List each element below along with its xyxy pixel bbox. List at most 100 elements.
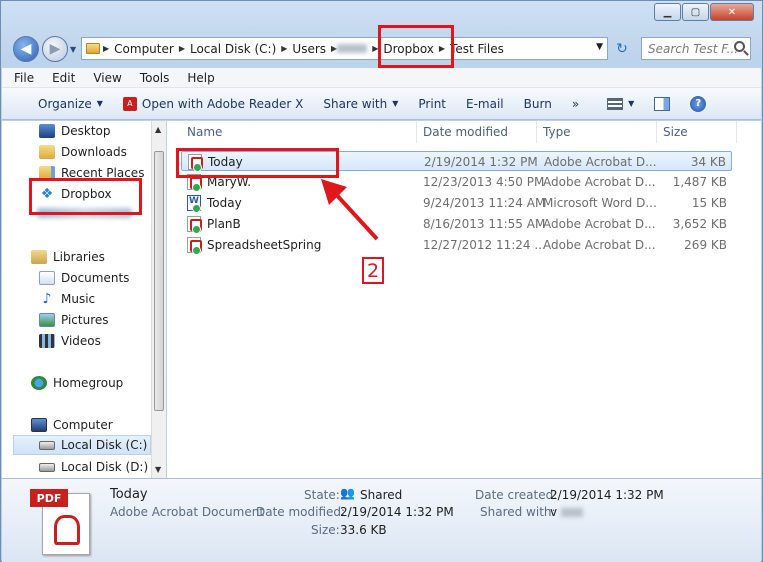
file-date: 12/27/2012 11:24 ... xyxy=(423,238,546,252)
file-size: 269 KB xyxy=(684,238,727,252)
window-controls: ▁ ▢ ✕ xyxy=(654,3,754,21)
nav-computer[interactable]: Computer xyxy=(31,415,113,435)
file-row[interactable]: Today 9/24/2013 11:24 AM Microsoft Word … xyxy=(181,193,732,213)
scroll-down-icon[interactable]: ▼ xyxy=(155,465,161,474)
sync-check-icon xyxy=(192,183,201,192)
menu-edit[interactable]: Edit xyxy=(52,71,75,85)
libraries-icon xyxy=(31,250,47,264)
preview-pane-button[interactable] xyxy=(644,96,680,111)
folder-icon xyxy=(86,43,100,54)
details-modified-value: 2/19/2014 1:32 PM xyxy=(340,505,454,519)
pdf-icon xyxy=(187,237,202,255)
nav-documents[interactable]: Documents xyxy=(39,268,129,288)
nav-homegroup[interactable]: Homegroup xyxy=(31,373,123,393)
back-button[interactable]: ◀ xyxy=(13,36,39,62)
nav-videos[interactable]: Videos xyxy=(39,331,101,351)
nav-local-disk-c[interactable]: Local Disk (C:) xyxy=(13,435,151,455)
nav-downloads[interactable]: Downloads xyxy=(39,142,127,162)
menu-tools[interactable]: Tools xyxy=(140,71,170,85)
nav-music[interactable]: ♪ Music xyxy=(39,289,96,309)
menu-file[interactable]: File xyxy=(14,71,34,85)
scroll-up-icon[interactable]: ▲ xyxy=(155,125,161,134)
forward-button[interactable]: ▶ xyxy=(42,36,68,62)
word-icon xyxy=(187,195,201,213)
breadcrumb-test-files[interactable]: Test Files xyxy=(445,42,509,56)
file-row[interactable]: PlanB 8/16/2013 11:55 AM Adobe Acrobat D… xyxy=(181,214,732,234)
change-view-button[interactable]: ▼ xyxy=(597,97,644,110)
maximize-button[interactable]: ▢ xyxy=(682,3,709,21)
column-header-name[interactable]: Name xyxy=(181,121,417,143)
organize-label: Organize xyxy=(38,96,92,111)
nav-libraries[interactable]: Libraries xyxy=(31,247,105,267)
minimize-button[interactable]: ▁ xyxy=(654,3,681,21)
more-commands-button[interactable]: » xyxy=(562,97,589,111)
adobe-reader-icon: A xyxy=(122,96,137,111)
file-type: Adobe Acrobat D... xyxy=(543,175,656,189)
details-shared-label: Shared with: xyxy=(480,505,556,519)
music-icon: ♪ xyxy=(42,291,52,307)
pdf-badge: PDF xyxy=(30,489,68,507)
close-button[interactable]: ✕ xyxy=(710,3,754,21)
breadcrumb-local-disk[interactable]: Local Disk (C:) xyxy=(185,42,281,56)
menu-view[interactable]: View xyxy=(93,71,121,85)
sync-check-icon xyxy=(192,225,201,234)
share-with-button[interactable]: Share with ▼ xyxy=(313,97,408,111)
documents-icon xyxy=(39,271,55,285)
computer-icon xyxy=(31,418,47,432)
search-icon xyxy=(734,41,745,52)
acrobat-logo-icon xyxy=(54,515,80,545)
nav-local-disk-d[interactable]: Local Disk (D:) xyxy=(39,457,148,477)
annotation-arrow-icon xyxy=(321,179,379,241)
file-row[interactable]: SpreadsheetSpring 12/27/2012 11:24 ... A… xyxy=(181,235,732,255)
address-dropdown-icon[interactable]: ▼ xyxy=(596,42,603,52)
view-icon xyxy=(607,97,624,110)
details-file-type: Adobe Acrobat Document xyxy=(110,505,265,519)
organize-button[interactable]: Organize ▼ xyxy=(28,97,113,111)
menu-help[interactable]: Help xyxy=(187,71,214,85)
refresh-button[interactable]: ↻ xyxy=(610,37,634,60)
nav-scrollbar[interactable]: ▲ ▼ xyxy=(151,121,166,478)
column-header-date[interactable]: Date modified xyxy=(417,121,537,143)
highlight-box-address xyxy=(378,25,454,68)
details-file-name: Today xyxy=(110,487,148,502)
nav-libraries-label: Libraries xyxy=(53,250,105,264)
file-date: 8/16/2013 11:55 AM xyxy=(423,217,546,231)
file-type: Microsoft Word D... xyxy=(543,196,657,210)
recent-pages-dropdown[interactable]: ▼ xyxy=(70,45,76,54)
details-state-value: Shared xyxy=(360,488,403,502)
breadcrumb-computer[interactable]: Computer xyxy=(109,42,179,56)
pictures-icon xyxy=(39,313,55,327)
scroll-thumb[interactable] xyxy=(154,151,164,411)
highlight-box-file xyxy=(176,148,339,178)
shared-with-initial: v xyxy=(550,505,558,519)
email-button[interactable]: E-mail xyxy=(456,97,514,111)
details-size-value: 33.6 KB xyxy=(340,523,387,537)
column-header-size[interactable]: Size xyxy=(657,121,737,143)
address-bar[interactable]: ▶ Computer ▶ Local Disk (C:) ▶ Users ▶ ▶… xyxy=(81,37,608,60)
open-with-label: Open with Adobe Reader X xyxy=(141,96,304,111)
open-with-button[interactable]: A Open with Adobe Reader X xyxy=(113,96,313,111)
help-button[interactable]: ? xyxy=(680,95,716,112)
chevron-down-icon: ▼ xyxy=(628,99,635,108)
nav-music-label: Music xyxy=(61,292,96,306)
burn-button[interactable]: Burn xyxy=(514,97,562,111)
share-with-label: Share with xyxy=(323,96,388,111)
file-size: 15 KB xyxy=(691,196,727,210)
breadcrumb-users[interactable]: Users xyxy=(287,42,331,56)
shared-users-icon: 👥 xyxy=(340,486,355,500)
disk-icon xyxy=(39,440,55,450)
desktop-icon xyxy=(39,124,55,138)
chevron-down-icon: ▼ xyxy=(96,99,103,108)
nav-desktop[interactable]: Desktop xyxy=(39,121,111,141)
menu-bar: File Edit View Tools Help xyxy=(2,68,761,88)
highlight-box-dropbox xyxy=(29,178,142,215)
column-header-type[interactable]: Type xyxy=(537,121,657,143)
search-placeholder: Search Test F... xyxy=(648,41,739,56)
search-input[interactable]: Search Test F... xyxy=(641,37,751,60)
nav-pictures-label: Pictures xyxy=(61,313,109,327)
nav-pictures[interactable]: Pictures xyxy=(39,310,109,330)
nav-homegroup-label: Homegroup xyxy=(53,376,124,390)
shared-with-redacted xyxy=(560,508,583,517)
breadcrumb-user-redacted[interactable] xyxy=(337,44,368,53)
print-button[interactable]: Print xyxy=(408,97,456,111)
